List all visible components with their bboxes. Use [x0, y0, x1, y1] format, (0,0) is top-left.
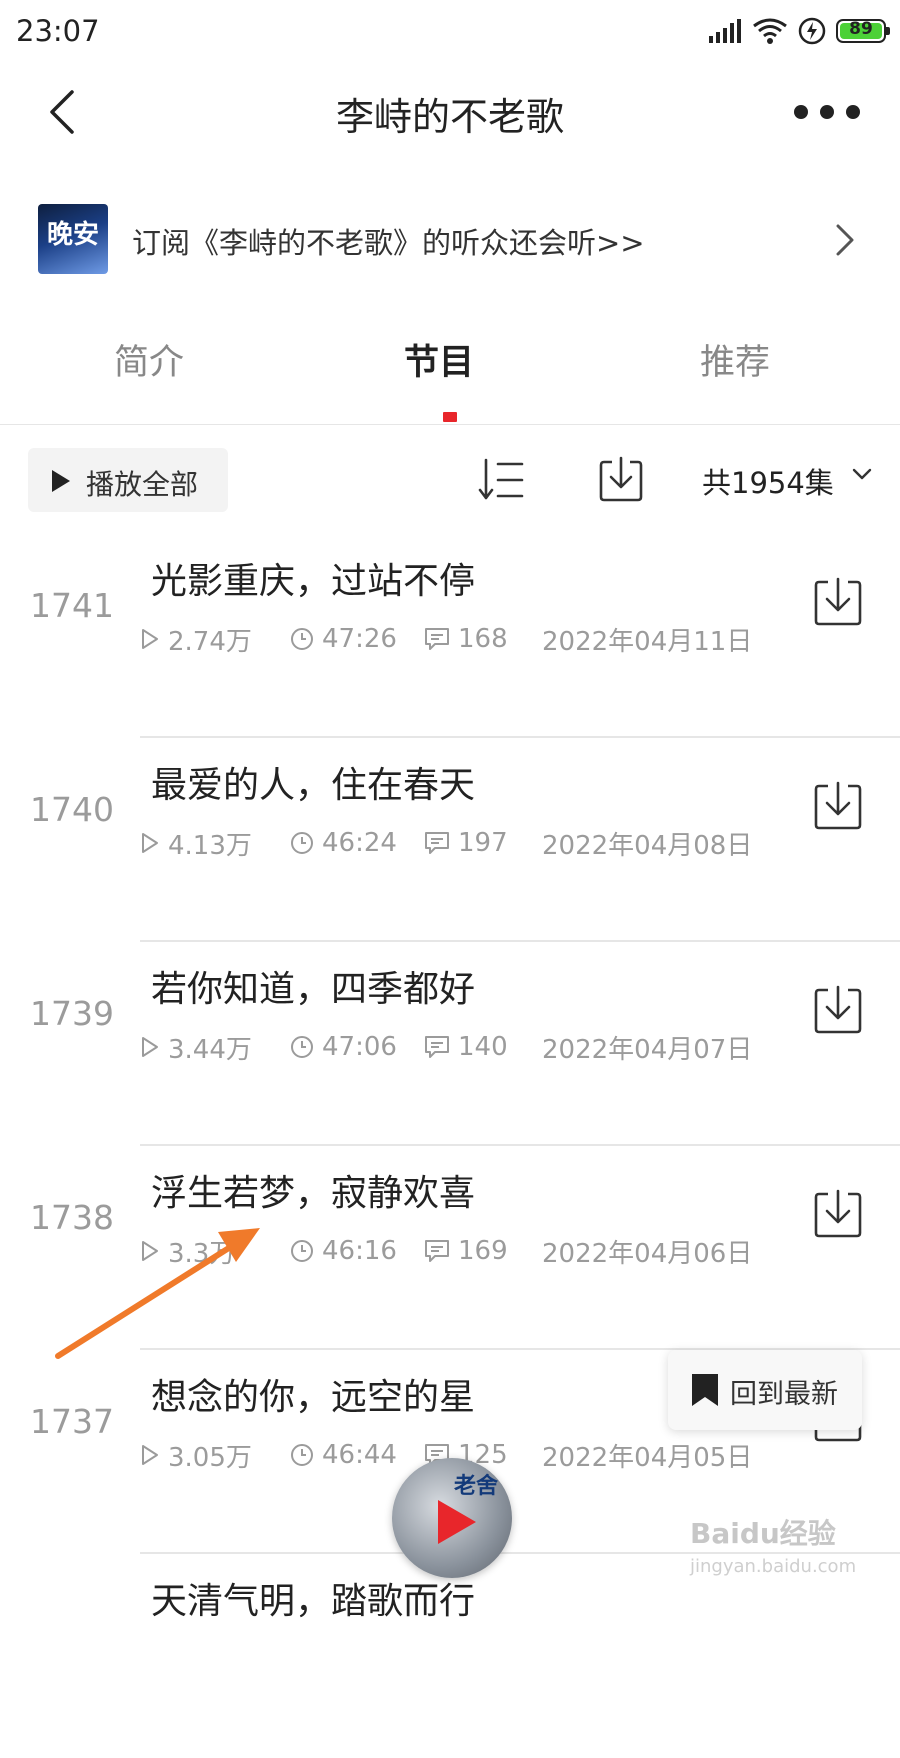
- list-toolbar: 播放全部 共1954集: [0, 446, 900, 516]
- status-bar: 23:07 89: [0, 0, 900, 62]
- episode-plays: 3.44万: [168, 1034, 252, 1065]
- episode-date: 2022年04月05日: [542, 1442, 753, 1473]
- episode-number: 1738: [30, 1198, 114, 1237]
- chevron-down-icon: [852, 468, 872, 480]
- episode-duration: 46:16: [322, 1236, 397, 1266]
- episode-plays: 2.74万: [168, 626, 252, 657]
- episode-comments: 140: [458, 1032, 508, 1062]
- episode-title: 若你知道，四季都好: [151, 969, 476, 1010]
- more-dots-icon: [794, 105, 808, 119]
- signal-icon: [709, 19, 741, 43]
- mini-player-badge: 老舍: [453, 1473, 498, 1499]
- episode-duration: 46:24: [322, 828, 397, 858]
- episode-item[interactable]: 1740 最爱的人，住在春天 4.13万 46:24 197 2022年04月0…: [0, 738, 900, 942]
- comment-icon: [425, 1036, 449, 1058]
- active-tab-indicator: [443, 412, 457, 422]
- episode-meta: 3.3万 46:16 169 2022年04月06日: [140, 1234, 753, 1269]
- episode-title: 天清气明，踏歌而行: [151, 1581, 476, 1622]
- status-time: 23:07: [16, 14, 100, 48]
- episode-item[interactable]: 1738 浮生若梦，寂静欢喜 3.3万 46:16 169 2022年04月06…: [0, 1146, 900, 1350]
- clock-icon: [291, 1036, 313, 1058]
- play-icon: [52, 470, 70, 492]
- clock-icon: [291, 1240, 313, 1262]
- episode-date: 2022年04月08日: [542, 830, 753, 861]
- play-all-label: 播放全部: [86, 468, 199, 501]
- watermark: Baidu经验: [690, 1517, 836, 1550]
- back-to-latest-button[interactable]: 回到最新: [668, 1350, 862, 1430]
- episode-meta: 2.74万 47:26 168 2022年04月11日: [140, 622, 753, 657]
- charging-icon: [798, 17, 826, 45]
- episode-date: 2022年04月11日: [542, 626, 753, 657]
- batch-download-icon[interactable]: [598, 454, 644, 504]
- related-listen-banner[interactable]: 晚安 订阅《李峙的不老歌》的听众还会听>>: [0, 200, 900, 280]
- chevron-right-icon: [836, 224, 854, 256]
- bookmark-icon: [692, 1374, 718, 1406]
- tab-episodes[interactable]: 节目: [404, 334, 474, 385]
- promo-cover-image: 晚安: [38, 204, 108, 274]
- back-to-latest-label: 回到最新: [730, 1379, 838, 1410]
- episode-duration: 47:06: [322, 1032, 397, 1062]
- play-icon: [438, 1500, 476, 1544]
- episode-comments: 169: [458, 1236, 508, 1266]
- play-count-icon: [142, 1241, 158, 1261]
- episode-title: 想念的你，远空的星: [151, 1377, 476, 1418]
- nav-bar: 李峙的不老歌: [0, 62, 900, 162]
- episode-duration: 47:26: [322, 624, 397, 654]
- episode-item[interactable]: 1739 若你知道，四季都好 3.44万 47:06 140 2022年04月0…: [0, 942, 900, 1146]
- clock-icon: [291, 1444, 313, 1466]
- battery-icon: 89: [836, 19, 890, 43]
- promo-text: 订阅《李峙的不老歌》的听众还会听>>: [132, 226, 645, 260]
- wifi-icon: [753, 18, 787, 44]
- episode-title: 浮生若梦，寂静欢喜: [151, 1173, 476, 1214]
- episode-count-selector[interactable]: 共1954集: [702, 460, 834, 502]
- episode-plays: 3.05万: [168, 1442, 252, 1473]
- episode-number: 1741: [30, 586, 114, 625]
- episode-date: 2022年04月07日: [542, 1034, 753, 1065]
- promo-cover-text: 晚安: [46, 220, 99, 250]
- episode-plays: 3.3万: [168, 1238, 236, 1269]
- episode-comments: 197: [458, 828, 508, 858]
- episode-duration: 46:44: [322, 1440, 397, 1470]
- episode-comments: 168: [458, 624, 508, 654]
- download-icon[interactable]: [812, 984, 864, 1036]
- episode-title: 最爱的人，住在春天: [151, 765, 476, 806]
- clock-icon: [291, 628, 313, 650]
- page-title: 李峙的不老歌: [335, 95, 564, 139]
- download-icon[interactable]: [812, 1188, 864, 1240]
- sort-icon[interactable]: [478, 456, 526, 504]
- comment-icon: [425, 628, 449, 650]
- comment-icon: [425, 1240, 449, 1262]
- play-count-icon: [142, 1445, 158, 1465]
- episode-title: 光影重庆，过站不停: [151, 561, 476, 602]
- episode-item[interactable]: 1741 光影重庆，过站不停 2.74万 47:26 168 2022年04月1…: [0, 534, 900, 738]
- episode-number: 1737: [30, 1402, 114, 1441]
- episode-number: 1739: [30, 994, 114, 1033]
- comment-icon: [425, 832, 449, 854]
- download-icon[interactable]: [812, 576, 864, 628]
- battery-level: 89: [849, 19, 873, 39]
- episode-date: 2022年04月06日: [542, 1238, 753, 1269]
- tab-intro[interactable]: 简介: [114, 334, 184, 385]
- episode-meta: 3.44万 47:06 140 2022年04月07日: [140, 1030, 753, 1065]
- tab-bar: 简介 节目 推荐: [0, 320, 900, 425]
- play-count-icon: [142, 833, 158, 853]
- more-button[interactable]: [794, 94, 860, 130]
- download-icon[interactable]: [812, 780, 864, 832]
- tab-recommend[interactable]: 推荐: [700, 334, 770, 385]
- status-icons: 89: [708, 14, 890, 48]
- episode-item[interactable]: 天清气明，踏歌而行: [0, 1554, 900, 1758]
- play-all-button[interactable]: 播放全部: [28, 448, 228, 512]
- clock-icon: [291, 832, 313, 854]
- play-count-icon: [142, 1037, 158, 1057]
- episode-plays: 4.13万: [168, 830, 252, 861]
- episode-number: 1740: [30, 790, 114, 829]
- watermark-url: jingyan.baidu.com: [690, 1556, 857, 1577]
- play-count-icon: [142, 629, 158, 649]
- mini-player[interactable]: 老舍: [392, 1458, 512, 1578]
- episode-meta: 4.13万 46:24 197 2022年04月08日: [140, 826, 753, 861]
